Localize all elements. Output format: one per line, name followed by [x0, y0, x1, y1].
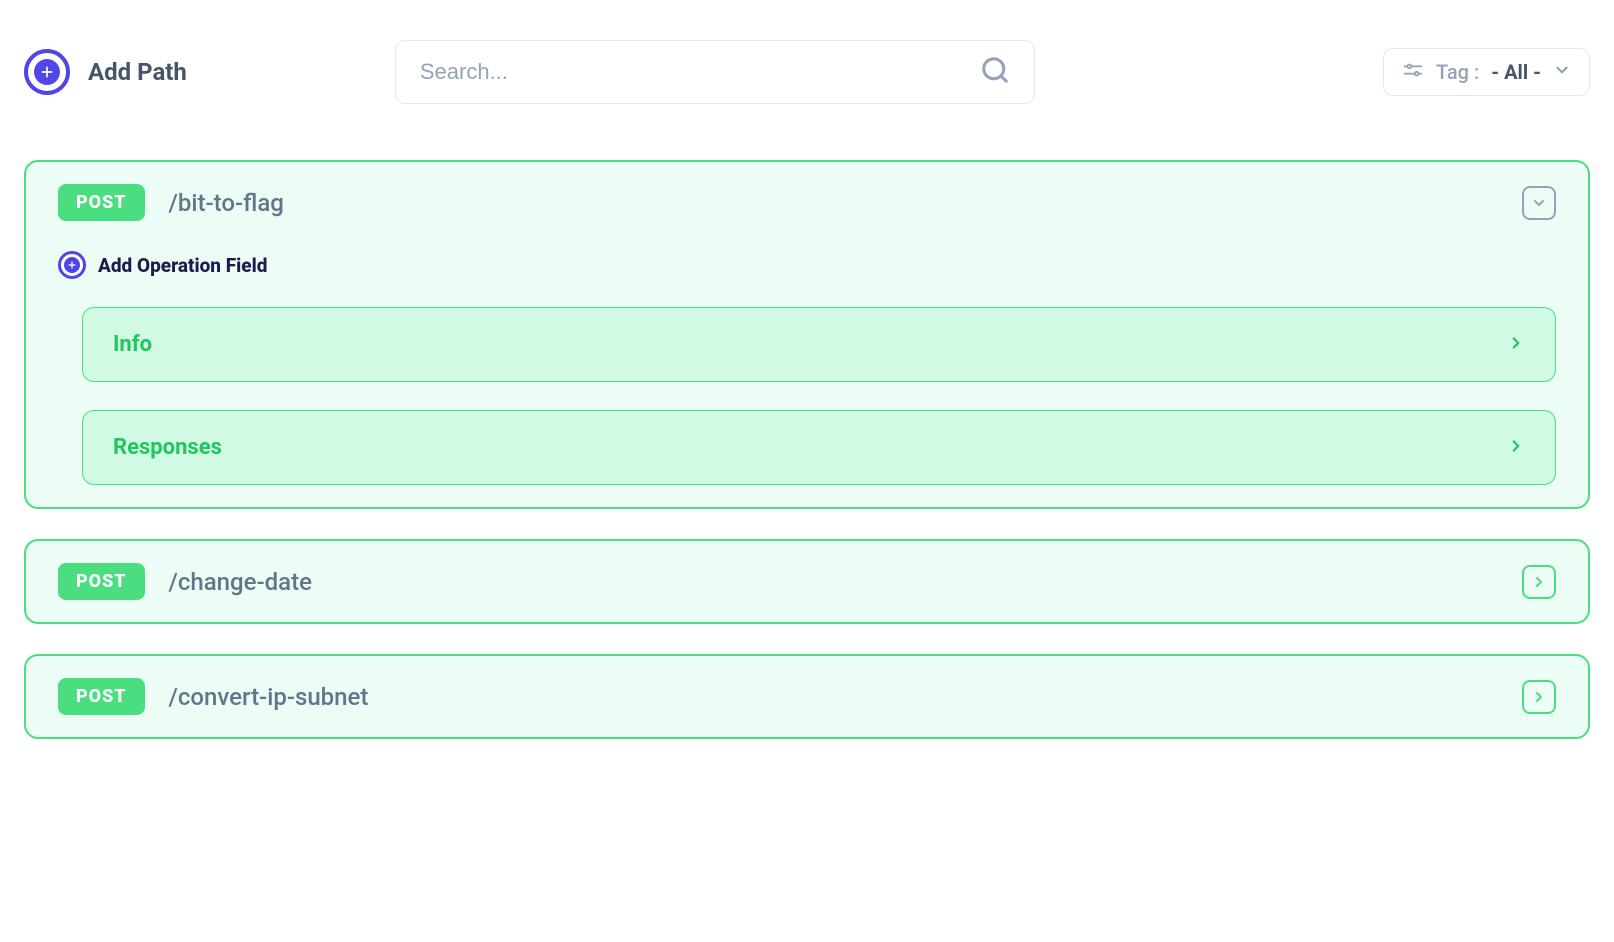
method-badge: POST — [58, 184, 145, 221]
add-operation-button[interactable]: Add Operation Field — [58, 251, 1556, 279]
chevron-right-icon — [1507, 334, 1525, 356]
plus-circle-icon — [24, 49, 70, 95]
path-header[interactable]: POST /convert-ip-subnet — [58, 678, 1556, 715]
path-card: POST /convert-ip-subnet — [24, 654, 1590, 739]
expand-toggle[interactable] — [1522, 565, 1556, 599]
path-name: /convert-ip-subnet — [169, 683, 369, 711]
path-list: POST /bit-to-flag Add Operation Field In… — [24, 160, 1590, 739]
section-label: Info — [113, 332, 152, 357]
chevron-right-icon — [1507, 437, 1525, 459]
add-path-button[interactable]: Add Path — [24, 49, 187, 95]
add-operation-label: Add Operation Field — [98, 254, 267, 277]
path-header[interactable]: POST /bit-to-flag — [58, 184, 1556, 221]
search-box[interactable] — [395, 40, 1035, 104]
path-name: /change-date — [169, 568, 312, 596]
path-body: Add Operation Field Info Responses — [58, 251, 1556, 485]
section-info[interactable]: Info — [82, 307, 1556, 382]
collapse-toggle[interactable] — [1522, 186, 1556, 220]
add-path-label: Add Path — [88, 58, 187, 86]
method-badge: POST — [58, 563, 145, 600]
tag-filter-value: - All - — [1491, 60, 1541, 84]
search-input[interactable] — [420, 59, 980, 85]
section-responses[interactable]: Responses — [82, 410, 1556, 485]
path-card: POST /change-date — [24, 539, 1590, 624]
search-icon — [980, 55, 1010, 89]
operation-sections: Info Responses — [58, 307, 1556, 485]
tag-filter-label: Tag : — [1436, 60, 1479, 84]
tag-filter-dropdown[interactable]: Tag : - All - — [1383, 48, 1590, 96]
section-label: Responses — [113, 435, 222, 460]
method-badge: POST — [58, 678, 145, 715]
expand-toggle[interactable] — [1522, 680, 1556, 714]
path-header[interactable]: POST /change-date — [58, 563, 1556, 600]
sliders-icon — [1402, 59, 1424, 85]
path-card: POST /bit-to-flag Add Operation Field In… — [24, 160, 1590, 509]
path-name: /bit-to-flag — [169, 189, 284, 217]
toolbar: Add Path Tag : - All - — [24, 40, 1590, 104]
plus-circle-icon — [58, 251, 86, 279]
chevron-down-icon — [1553, 61, 1571, 83]
